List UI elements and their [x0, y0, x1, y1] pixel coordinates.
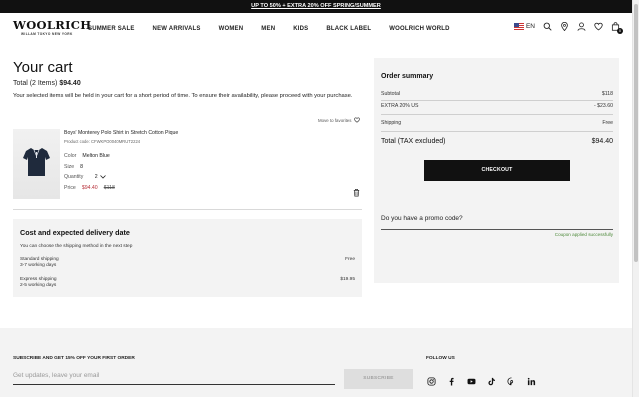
promo-banner-text[interactable]: UP TO 50% + EXTRA 20% OFF SPRING/SUMMER: [251, 3, 381, 9]
summary-divider: [381, 114, 613, 115]
facebook-icon[interactable]: [447, 377, 456, 386]
woolrich-logo[interactable]: WOOLRICH WILLAM TOKYO NEW YORK: [13, 19, 91, 36]
promo-banner[interactable]: UP TO 50% + EXTRA 20% OFF SPRING/SUMMER: [0, 0, 632, 13]
pinterest-icon[interactable]: [507, 377, 516, 386]
order-summary-title: Order summary: [381, 73, 434, 80]
page-scrollbar[interactable]: [632, 0, 639, 397]
size-label: Size: [64, 164, 75, 170]
subtotal-label: Subtotal: [381, 91, 401, 97]
nav-kids[interactable]: KIDS: [293, 26, 308, 32]
nav-black-label[interactable]: BLACK LABEL: [326, 26, 371, 32]
shipping-option-express: Express shipping 2-5 working days $19.95: [20, 277, 355, 288]
account-icon[interactable]: [577, 22, 586, 31]
newsletter-footer: SUBSCRIBE AND GET 15% OFF YOUR FIRST ORD…: [0, 328, 632, 397]
product-size: Size 8: [64, 164, 83, 170]
order-total-label: Total (TAX excluded): [381, 138, 446, 145]
summary-divider: [381, 100, 613, 101]
header-icons: EN 0: [513, 22, 623, 34]
linkedin-icon[interactable]: [527, 377, 536, 386]
youtube-icon[interactable]: [467, 377, 476, 386]
subscribe-button[interactable]: SUBSCRIBE: [344, 369, 413, 389]
order-summary-panel: Order summary Subtotal $118 EXTRA 20% US…: [374, 58, 619, 283]
promo-code-question[interactable]: Do you have a promo code?: [381, 215, 463, 222]
tiktok-icon[interactable]: [487, 377, 496, 386]
promo-code-field[interactable]: [381, 229, 613, 230]
nav-summer-sale[interactable]: SUMMER SALE: [88, 26, 135, 32]
shopping-bag-button[interactable]: 0: [611, 22, 623, 34]
original-price: $118: [103, 185, 115, 191]
color-value: Melton Blue: [82, 153, 110, 159]
quantity-label: Quantity: [64, 174, 84, 180]
social-links: [427, 377, 536, 386]
bag-count-badge: 0: [617, 28, 623, 34]
delivery-title: Cost and expected delivery date: [20, 228, 130, 237]
chevron-down-icon: [99, 175, 106, 179]
delivery-subtitle: You can choose the shipping method in th…: [20, 244, 133, 249]
polo-shirt-image: [23, 148, 50, 176]
product-image[interactable]: [13, 129, 60, 199]
nav-woolrich-world[interactable]: WOOLRICH WORLD: [389, 26, 449, 32]
product-name[interactable]: Boys' Monterey Polo Shirt in Stretch Cot…: [64, 130, 178, 136]
newsletter-email-input[interactable]: Get updates, leave your email: [13, 370, 335, 385]
price-label: Price: [64, 185, 76, 191]
sale-price: $94.40: [81, 185, 98, 191]
order-total-row: Total (TAX excluded) $94.40: [381, 138, 613, 145]
quantity-value: 2: [94, 174, 98, 180]
product-code: Product code: CFWKPO0040MRUT2224: [64, 139, 141, 144]
order-total-value: $94.40: [591, 138, 613, 145]
nav-new-arrivals[interactable]: NEW ARRIVALS: [153, 26, 201, 32]
subtotal-value: $118: [601, 91, 613, 97]
cart-total-label: Total (2 Items): [13, 80, 58, 87]
color-label: Color: [64, 153, 77, 159]
discount-label: EXTRA 20% US: [381, 103, 419, 109]
shipping-price: $19.95: [340, 277, 355, 282]
shipping-name: Standard shipping: [20, 257, 59, 262]
shipping-option-standard: Standard shipping 3-7 working days Free: [20, 257, 355, 268]
shipping-name: Express shipping: [20, 277, 57, 282]
move-to-favorites-label: Move to favorites: [318, 117, 352, 123]
store-locator-icon[interactable]: [560, 22, 569, 31]
discount-row: EXTRA 20% US - $23.60: [381, 103, 613, 109]
size-value: 8: [80, 164, 83, 170]
language-selector[interactable]: EN: [513, 23, 535, 30]
shipping-price: Free: [345, 257, 355, 262]
product-price: Price $94.40 $118: [64, 185, 115, 191]
language-label: EN: [525, 23, 535, 30]
main-nav: SUMMER SALE NEW ARRIVALS WOMEN MEN KIDS …: [88, 26, 468, 32]
scrollbar-thumb[interactable]: [634, 4, 638, 262]
shipping-label: Shipping: [381, 120, 402, 126]
cart-total-value: $94.40: [59, 80, 81, 87]
shipping-time: 3-7 working days: [20, 263, 57, 268]
cart-hold-note: Your selected items will be held in your…: [13, 93, 353, 99]
move-to-favorites-button[interactable]: Move to favorites: [318, 117, 361, 123]
cart-title: Your cart: [13, 59, 73, 76]
subscribe-title: SUBSCRIBE AND GET 15% OFF YOUR FIRST ORD…: [13, 356, 135, 361]
search-icon[interactable]: [543, 22, 552, 31]
coupon-status: Coupon applied successfully: [554, 232, 613, 237]
nav-men[interactable]: MEN: [261, 26, 275, 32]
cart-divider: [13, 209, 362, 210]
heart-icon: [354, 117, 361, 123]
shipping-time: 2-5 working days: [20, 283, 57, 288]
nav-women[interactable]: WOMEN: [219, 26, 244, 32]
discount-value: - $23.60: [593, 103, 613, 109]
product-color: Color Melton Blue: [64, 153, 110, 159]
shipping-value: Free: [602, 120, 613, 126]
delivery-info-panel: Cost and expected delivery date You can …: [13, 219, 362, 297]
site-header: WOOLRICH WILLAM TOKYO NEW YORK SUMMER SA…: [0, 13, 632, 43]
shipping-row: Shipping Free: [381, 120, 613, 126]
follow-us-title: FOLLOW US: [426, 356, 455, 361]
wishlist-heart-icon[interactable]: [594, 22, 603, 31]
instagram-icon[interactable]: [427, 377, 436, 386]
checkout-button[interactable]: CHECKOUT: [424, 160, 570, 181]
brand-name: WOOLRICH: [13, 18, 92, 32]
product-quantity: Quantity 2: [64, 174, 106, 180]
brand-tagline: WILLAM TOKYO NEW YORK: [21, 32, 73, 36]
cart-total: Total (2 Items) $94.40: [13, 80, 81, 87]
subtotal-row: Subtotal $118: [381, 91, 613, 97]
summary-divider: [381, 131, 613, 132]
quantity-select[interactable]: 2: [95, 174, 106, 180]
us-flag-icon: [513, 23, 524, 30]
trash-icon[interactable]: [352, 188, 361, 197]
